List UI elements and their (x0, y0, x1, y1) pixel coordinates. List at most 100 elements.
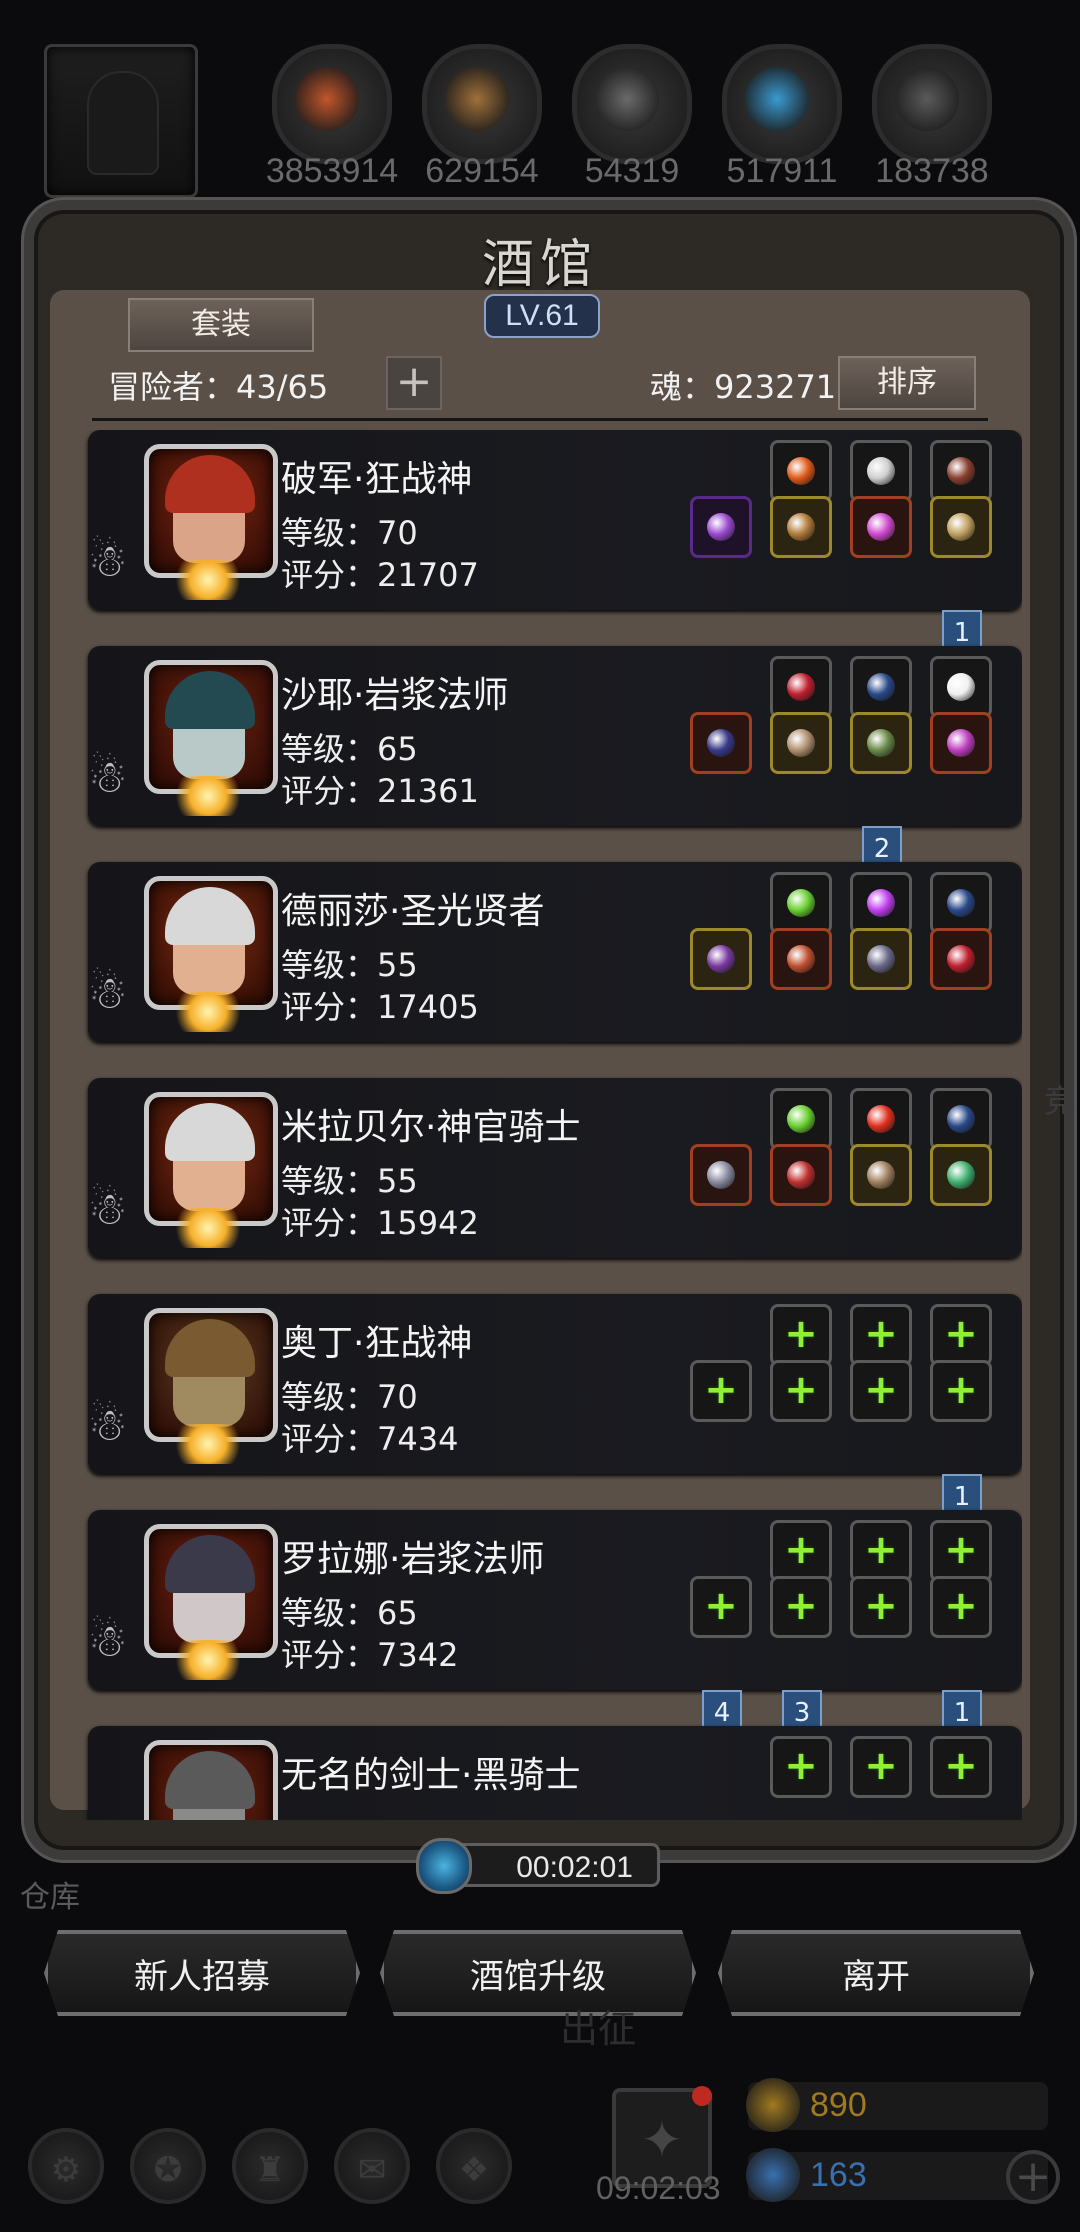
empty-equip-slot[interactable]: + (930, 1576, 992, 1638)
crystal-icon[interactable] (722, 44, 842, 164)
empty-equip-slot[interactable]: + (930, 1360, 992, 1422)
empty-equip-slot[interactable]: + (930, 1520, 992, 1582)
plus-icon: + (784, 1583, 818, 1629)
empty-equip-slot[interactable]: + (770, 1360, 832, 1422)
equip-slot[interactable] (690, 712, 752, 774)
hero-name: 罗拉娜·岩浆法师 (281, 1539, 545, 1580)
equip-slot[interactable] (850, 1088, 912, 1150)
wood-icon[interactable] (422, 44, 542, 164)
hero-avatar (144, 876, 278, 1010)
equip-slot[interactable] (930, 712, 992, 774)
empty-equip-slot[interactable]: + (690, 1360, 752, 1422)
hero-card[interactable]: ☃ 破军·狂战神 等级：70 评分：21707 1 (88, 430, 1022, 658)
hero-card[interactable]: ☃ 罗拉娜·岩浆法师 等级：65 评分：7342 + + + + + + +4 3 1 (88, 1510, 1022, 1738)
expedition-label: 出征 (560, 2007, 637, 2051)
empty-equip-slot[interactable]: + (850, 1360, 912, 1422)
equip-slot[interactable] (930, 1088, 992, 1150)
plus-icon: + (864, 1527, 898, 1573)
resource-value: 3853914 (265, 152, 399, 190)
panel-title: 酒馆 (481, 235, 598, 295)
currency-value: 890 (810, 2086, 867, 2124)
equipment-icon (787, 1105, 815, 1133)
equip-slot[interactable] (690, 496, 752, 558)
plus-icon: + (864, 1367, 898, 1413)
steel-icon[interactable] (872, 44, 992, 164)
equip-slot[interactable] (770, 712, 832, 774)
settings-icon[interactable]: ⚙ (28, 2128, 104, 2204)
equip-slot[interactable] (930, 1144, 992, 1206)
castle-icon[interactable]: ♜ (232, 2128, 308, 2204)
gold-ingot-icon (746, 2078, 800, 2132)
adventurer-count: 冒险者：43/65 (108, 368, 329, 406)
equip-slot[interactable] (850, 440, 912, 502)
equip-slot[interactable] (770, 656, 832, 718)
set-button[interactable]: 套装 (128, 298, 314, 352)
equip-slot[interactable] (770, 872, 832, 934)
empty-equip-slot[interactable]: + (850, 1304, 912, 1366)
equip-slot[interactable] (850, 928, 912, 990)
hero-card[interactable]: ☃ 米拉贝尔·神官骑士 等级：55 评分：15942 (88, 1078, 1022, 1258)
equip-slot[interactable] (850, 872, 912, 934)
star-icon[interactable]: ✪ (130, 2128, 206, 2204)
mail-icon[interactable]: ✉ (334, 2128, 410, 2204)
empty-equip-slot[interactable]: + (930, 1736, 992, 1798)
iron-icon[interactable] (572, 44, 692, 164)
hero-level: 等级：55 (281, 946, 418, 984)
add-currency-button[interactable]: + (1006, 2150, 1060, 2204)
add-adventurer-slot-button[interactable]: + (386, 356, 442, 410)
rank-emblem-icon (168, 992, 248, 1032)
equipment-icon (707, 513, 735, 541)
equip-slot[interactable] (770, 496, 832, 558)
equip-slot[interactable] (850, 656, 912, 718)
equip-slot[interactable] (770, 1088, 832, 1150)
empty-equip-slot[interactable]: + (770, 1576, 832, 1638)
hero-card[interactable]: ☃ 德丽莎·圣光贤者 等级：55 评分：17405 (88, 862, 1022, 1042)
equip-slot[interactable] (930, 656, 992, 718)
player-portrait[interactable] (44, 44, 198, 198)
plus-icon: + (944, 1527, 978, 1573)
empty-equip-slot[interactable]: + (850, 1736, 912, 1798)
leave-button[interactable]: 离开 (718, 1930, 1034, 2016)
empty-equip-slot[interactable]: + (930, 1304, 992, 1366)
empty-equip-slot[interactable]: + (850, 1576, 912, 1638)
equip-slot[interactable] (930, 496, 992, 558)
equip-slot[interactable] (930, 872, 992, 934)
plus-icon: + (944, 1311, 978, 1357)
status-icon: ☃ (88, 968, 128, 1019)
equip-slot[interactable] (930, 928, 992, 990)
equip-slot[interactable] (850, 1144, 912, 1206)
equip-slot[interactable] (690, 928, 752, 990)
empty-equip-slot[interactable]: + (770, 1304, 832, 1366)
equip-slot[interactable] (850, 496, 912, 558)
equip-slot[interactable] (770, 1144, 832, 1206)
hero-level: 等级：70 (281, 514, 418, 552)
equip-slot[interactable] (770, 440, 832, 502)
hero-avatar (144, 1308, 278, 1442)
sort-button[interactable]: 排序 (838, 356, 976, 410)
empty-equip-slot[interactable]: + (690, 1576, 752, 1638)
empty-equip-slot[interactable]: + (770, 1520, 832, 1582)
hero-list[interactable]: ☃ 破军·狂战神 等级：70 评分：21707 1 ☃ 沙耶·岩浆法师 等级：65 评分：213… (60, 430, 1022, 1820)
tavern-level-badge: LV.61 (484, 294, 600, 338)
hero-card[interactable]: ☃ 奥丁·狂战神 等级：70 评分：7434 + + + + + + +1 (88, 1294, 1022, 1522)
resource-value: 517911 (726, 152, 838, 190)
bag-icon[interactable]: ❖ (436, 2128, 512, 2204)
resource-value: 54319 (584, 152, 680, 190)
equipment-icon (867, 673, 895, 701)
equip-slot[interactable] (930, 440, 992, 502)
hero-card[interactable]: ☃无名的剑士·黑骑士+++ (88, 1726, 1022, 1820)
clock-icon (416, 1838, 472, 1894)
empty-equip-slot[interactable]: + (770, 1736, 832, 1798)
equip-slot[interactable] (850, 712, 912, 774)
rank-emblem-icon (168, 776, 248, 816)
resource-value: 183738 (875, 152, 989, 190)
hero-card[interactable]: ☃ 沙耶·岩浆法师 等级：65 评分：21361 2 (88, 646, 1022, 874)
side-label: 竞 (1044, 1082, 1077, 1120)
equip-slot[interactable] (770, 928, 832, 990)
tavern-upgrade-button[interactable]: 酒馆升级 (380, 1930, 696, 2016)
recruit-button[interactable]: 新人招募 (44, 1930, 360, 2016)
ore-icon[interactable] (272, 44, 392, 164)
equip-slot[interactable] (690, 1144, 752, 1206)
empty-equip-slot[interactable]: + (850, 1520, 912, 1582)
hero-level: 等级：65 (281, 730, 418, 768)
